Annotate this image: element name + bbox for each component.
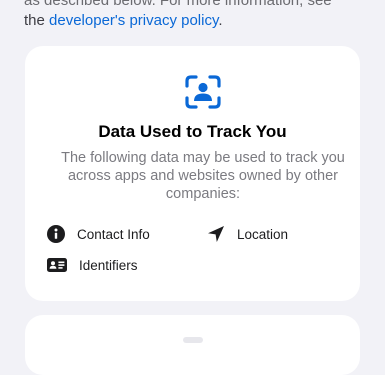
data-item-label: Location <box>237 226 289 242</box>
intro-partial-line: as described below. For more information… <box>24 0 332 9</box>
face-scan-icon <box>185 75 221 109</box>
data-item-label: Identifiers <box>79 257 138 273</box>
data-item-identifiers: Identifiers <box>47 257 138 273</box>
card-title: Data Used to Track You <box>98 122 287 141</box>
info-circle-icon <box>47 225 65 243</box>
data-item-contact-info: Contact Info <box>47 225 150 243</box>
data-item-label: Contact Info <box>77 226 150 242</box>
data-item-location: Location <box>207 225 288 243</box>
intro-prefix: the <box>24 12 50 29</box>
data-used-to-track-card: Data Used to Track You The following dat… <box>25 46 360 301</box>
id-card-icon <box>47 258 67 272</box>
privacy-policy-link[interactable]: developer's privacy policy <box>49 12 218 29</box>
location-arrow-icon <box>208 226 224 242</box>
intro-text: as described below. For more information… <box>24 0 369 31</box>
card-description: The following data may be used to track … <box>61 150 345 202</box>
next-privacy-card <box>25 315 360 375</box>
next-card-icon-top <box>183 337 203 343</box>
intro-suffix: . <box>218 12 223 29</box>
